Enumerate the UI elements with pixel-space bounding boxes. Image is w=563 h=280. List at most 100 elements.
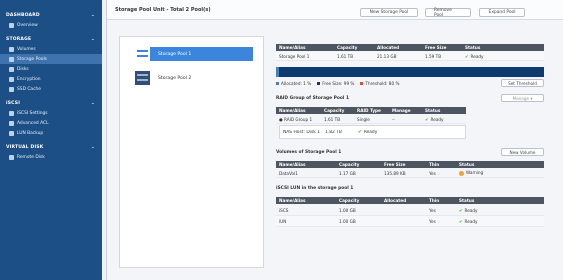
sidebar: DASHBOARD ⌄ Overview STORAGE ⌄ Volumes Storage… [0,0,102,280]
sidebar-section-3[interactable]: VIRTUAL DISK ⌄ [0,142,102,152]
cell: 1.17 GB [339,170,356,176]
status-text: Warning [466,170,484,176]
remote-disk-icon [9,154,14,160]
sidebar-section-2[interactable]: iSCSI ⌄ [0,98,102,108]
capacity-fill [276,67,279,77]
expand-pool-button[interactable]: Expand Pool [479,8,525,17]
sidebar-item-1-2[interactable]: Disks [0,64,102,74]
cell: 1.61 TB [337,53,354,59]
table-row[interactable]: iSCS 1.00 GB Yes ✔ Ready [276,205,544,216]
status-text: Ready [470,53,484,59]
table-row[interactable]: DataVol1 1.17 GB 135.89 KB Yes Warning [276,169,544,178]
cell: Yes [429,170,436,176]
col-raid-type: RAID Type [357,108,381,113]
raid-table-header: Name/Alias Capacity RAID Type Manage Sta… [276,107,466,114]
sidebar-item-label: Volumes [17,46,36,52]
check-icon: ✔ [465,53,469,59]
status-badge: ✔ Ready [355,130,395,135]
sidebar-item-1-1[interactable]: Storage Pools [0,54,102,64]
collapse-icon[interactable]: ● [279,117,283,122]
network-icon [9,110,14,116]
sidebar-item-2-1[interactable]: Advanced ACL [0,118,102,128]
sidebar-item-label: Storage Pools [17,56,47,62]
pool-icon [9,56,14,62]
new-volume-button[interactable]: New Volume [501,148,544,156]
cell: 135.89 KB [384,170,406,176]
cell: iSCS [279,207,289,213]
cell: Storage Pool 1 [279,53,310,59]
pool-detail: Name/Alias Capacity Allocated Free Size … [276,35,544,272]
sidebar-item-0-0[interactable]: Overview [0,20,102,30]
status-text: Ready [464,218,478,224]
sidebar-item-1-4[interactable]: SSD Cache [0,84,102,94]
col-name: Name/Alias [279,198,306,203]
sidebar-item-label: Remote Disk [17,154,45,160]
status-badge: ✔ Ready [462,54,512,59]
col-name: Name/Alias [279,45,306,50]
pool-table-header: Name/Alias Capacity Allocated Free Size … [276,44,544,51]
cell: Yes [429,218,436,224]
col-free: Free Size [384,162,406,167]
col-status: Status [459,162,475,167]
cell: lUN [279,218,287,224]
sidebar-section-1[interactable]: STORAGE ⌄ [0,34,102,44]
cell: 21.13 GB [377,53,397,59]
status-badge: Warning [456,170,506,176]
col-status: Status [425,108,441,113]
status-badge: ✔ Ready [456,219,506,224]
page-title: Storage Pool Unit - Total 2 Pool(s) [115,6,211,13]
pool-item-2[interactable]: Storage Pool 2 [135,71,253,85]
acl-icon [9,120,14,126]
cell: -- [392,116,396,122]
status-badge: ✔ Ready [422,117,462,122]
sidebar-item-1-0[interactable]: Volumes [0,44,102,54]
cell: Yes [429,207,436,213]
raid-group-row[interactable]: ● RAID Group 1 1.61 TB Single -- ✔ Ready [276,115,466,124]
table-row[interactable]: Storage Pool 1 1.61 TB 21.13 GB 1.59 TB … [276,52,544,61]
chevron-down-icon: ⌄ [91,36,95,42]
col-thin: Thin [429,198,440,203]
cell: Single [357,116,370,122]
col-capacity: Capacity [324,108,345,113]
status-badge: ✔ Ready [456,208,506,213]
sidebar-section-label: DASHBOARD [6,12,40,18]
sidebar-item-label: iSCSI Settings [17,110,48,116]
new-storage-pool-button[interactable]: New Storage Pool [360,8,418,17]
pool-item-1[interactable]: Storage Pool 1 [135,47,253,61]
raid-disk-row[interactable]: NAS Host: Disk 1 1.82 TB ✔ Ready [279,125,466,139]
col-allocated: Allocated [384,198,407,203]
remove-pool-button[interactable]: Remove Pool [425,8,471,18]
status-text: Ready [363,129,378,135]
sidebar-item-label: Disks [17,66,29,72]
lun-table-header: Name/Alias Capacity Allocated Thin Statu… [276,197,544,204]
col-capacity: Capacity [339,198,360,203]
sidebar-section-label: iSCSI [6,100,21,106]
check-icon: ✔ [459,218,463,224]
col-name: Name/Alias [279,108,306,113]
set-threshold-button[interactable]: Set Threshold [501,79,544,87]
cell: 1.82 TB [325,129,342,135]
volume-icon [9,46,14,52]
col-capacity: Capacity [339,162,360,167]
chevron-down-icon: ⌄ [91,100,95,106]
sidebar-section-label: STORAGE [6,36,32,42]
warning-icon [459,170,464,176]
manage-label: Manage [512,95,530,101]
sidebar-item-2-2[interactable]: LUN Backup [0,128,102,138]
cell: DataVol1 [279,170,298,176]
cell: 1.61 TB [324,116,341,122]
sidebar-item-1-3[interactable]: Encryption [0,74,102,84]
cell: 1.59 TB [425,53,442,59]
manage-button[interactable]: Manage ▾ [501,94,544,102]
sidebar-item-label: Advanced ACL [17,120,49,126]
status-text: Ready [464,207,478,213]
cell: 1.00 GB [339,218,356,224]
sidebar-section-0[interactable]: DASHBOARD ⌄ [0,10,102,20]
app-window: DASHBOARD ⌄ Overview STORAGE ⌄ Volumes Storage… [0,0,563,280]
legend-free: Free Size: 99 % [322,81,355,86]
sidebar-item-2-0[interactable]: iSCSI Settings [0,108,102,118]
sidebar-item-label: SSD Cache [17,86,42,92]
chevron-down-icon: ⌄ [91,12,95,18]
sidebar-item-3-0[interactable]: Remote Disk [0,152,102,162]
table-row[interactable]: lUN 1.00 GB Yes ✔ Ready [276,216,544,227]
